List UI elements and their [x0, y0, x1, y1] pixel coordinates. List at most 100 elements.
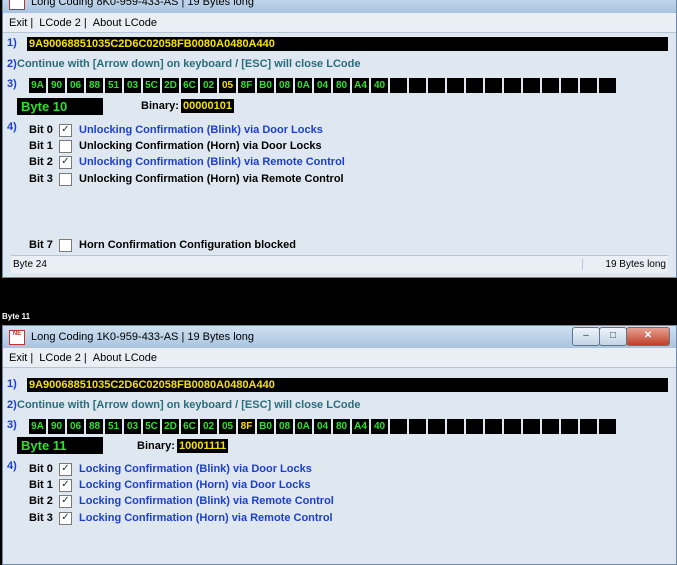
byte-cell[interactable]: 02	[200, 419, 217, 434]
byte-cell[interactable]	[390, 419, 407, 434]
bit-description: Unlocking Confirmation (Horn) via Door L…	[79, 140, 322, 152]
title-bar[interactable]: NE Long Coding 1K0-959-433-AS | 19 Bytes…	[3, 326, 676, 348]
byte-cell[interactable]	[466, 78, 483, 93]
byte-cell[interactable]	[561, 419, 578, 434]
bit-checkbox[interactable]	[59, 172, 72, 186]
byte-cell[interactable]	[428, 78, 445, 93]
byte-cell[interactable]: 03	[124, 419, 141, 434]
byte-cell[interactable]	[523, 78, 540, 93]
byte-cell[interactable]: 90	[48, 419, 65, 434]
byte-cell[interactable]: 51	[105, 78, 122, 93]
byte-cell[interactable]	[523, 419, 540, 434]
menu-lcode2[interactable]: LCode 2 |	[39, 352, 93, 364]
bit-row: Bit 3 ✓ Locking Confirmation (Horn) via Re…	[3, 510, 603, 526]
byte-cell[interactable]	[504, 78, 521, 93]
bit-checkbox[interactable]: ✓	[59, 123, 72, 137]
byte-cell[interactable]: 2D	[162, 78, 179, 93]
bit-row: Bit 2 ✓ Unlocking Confirmation (Blink) via…	[3, 154, 603, 170]
byte-cell[interactable]: A4	[352, 78, 369, 93]
menu-exit[interactable]: Exit |	[9, 352, 39, 364]
byte-cell[interactable]: 06	[67, 78, 84, 93]
byte-cell[interactable]: 80	[333, 419, 350, 434]
byte-cell[interactable]: 6C	[181, 419, 198, 434]
byte-cell[interactable]: 88	[86, 78, 103, 93]
bit-checkbox[interactable]	[59, 238, 72, 252]
byte-cell[interactable]: B0	[257, 78, 274, 93]
byte-cell[interactable]: 9A	[29, 78, 46, 93]
bit-description: Unlocking Confirmation (Blink) via Remot…	[79, 156, 345, 168]
hint-row: 2) Continue with [Arrow down] on keyboar…	[3, 58, 676, 74]
byte-cell[interactable]: A4	[352, 419, 369, 434]
byte-cell[interactable]: 6C	[181, 78, 198, 93]
byte-cell[interactable]: 08	[276, 419, 293, 434]
binary-value: 10001111	[177, 439, 229, 453]
coding-string-field[interactable]: 9A90068851035C2D6C02058FB0080A0480A440	[27, 37, 668, 51]
binary-label: Binary:	[137, 440, 175, 452]
byte-cell[interactable]: 90	[48, 78, 65, 93]
bit-label: Bit 1	[29, 140, 53, 152]
menu-exit[interactable]: Exit |	[9, 17, 39, 29]
byte-cell[interactable]	[485, 419, 502, 434]
bit-checkbox[interactable]: ✓	[59, 494, 72, 508]
maximize-button[interactable]: □	[599, 327, 627, 346]
byte-cell[interactable]	[466, 419, 483, 434]
byte-cell[interactable]: 02	[200, 78, 217, 93]
bit-checkbox[interactable]: ✓	[59, 462, 72, 476]
byte-cell[interactable]	[447, 419, 464, 434]
close-button[interactable]: ✕	[626, 327, 670, 346]
byte-cell[interactable]: 8F	[238, 419, 255, 434]
byte-cell[interactable]	[447, 78, 464, 93]
byte-cell[interactable]	[599, 78, 616, 93]
menu-about[interactable]: About LCode	[93, 352, 163, 364]
byte-cell[interactable]: 0A	[295, 419, 312, 434]
byte-cell[interactable]: 08	[276, 78, 293, 93]
bit-checkbox[interactable]: ✓	[59, 155, 72, 169]
byte-cell[interactable]	[580, 419, 597, 434]
bit-checkbox[interactable]: ✓	[59, 511, 72, 525]
byte-cell[interactable]	[409, 419, 426, 434]
byte-cell[interactable]: 5C	[143, 419, 160, 434]
byte-cell[interactable]	[485, 78, 502, 93]
bit-checkbox[interactable]: ✓	[59, 478, 72, 492]
menu-lcode2[interactable]: LCode 2 |	[39, 17, 93, 29]
byte-cell[interactable]: 51	[105, 419, 122, 434]
byte-cell[interactable]: 05	[219, 419, 236, 434]
byte-cell[interactable]: 05	[219, 78, 236, 93]
coding-string: 9A90068851035C2D6C02058FB0080A0480A440	[29, 379, 275, 391]
byte-cell[interactable]: 9A	[29, 419, 46, 434]
byte-cells: 9A 90 06 88 51 03 5C 2D 6C 02 05 8F B0 08 0A 04 80 A4 40	[29, 78, 618, 93]
byte-cell[interactable]: B0	[257, 419, 274, 434]
bit-checkbox[interactable]	[59, 139, 72, 153]
byte-cell[interactable]	[580, 78, 597, 93]
byte-cell[interactable]: 40	[371, 78, 388, 93]
byte-cell[interactable]: 03	[124, 78, 141, 93]
menu-bar: Exit | LCode 2 | About LCode	[3, 13, 676, 33]
byte-cell[interactable]: 0A	[295, 78, 312, 93]
minimize-button[interactable]: –	[572, 327, 600, 346]
byte-cell[interactable]	[390, 78, 407, 93]
byte-cell[interactable]: 2D	[162, 419, 179, 434]
selected-byte-label: Byte 11	[17, 437, 103, 454]
byte-cell[interactable]	[542, 78, 559, 93]
byte-cell[interactable]: 5C	[143, 78, 160, 93]
title-bar[interactable]: NE Long Coding 8K0-959-433-AS | 19 Bytes…	[3, 0, 676, 13]
bit-row: Bit 2 ✓ Locking Confirmation (Blink) via R…	[3, 493, 603, 509]
byte-cell[interactable]: 80	[333, 78, 350, 93]
byte-cell[interactable]: 04	[314, 419, 331, 434]
byte-cell[interactable]: 04	[314, 78, 331, 93]
menu-about[interactable]: About LCode	[93, 17, 163, 29]
byte-cell[interactable]: 88	[86, 419, 103, 434]
byte-cell[interactable]	[599, 419, 616, 434]
byte-cell[interactable]	[409, 78, 426, 93]
byte-cells: 9A 90 06 88 51 03 5C 2D 6C 02 05 8F B0 08 0A 04 80 A4 40	[29, 419, 618, 434]
byte-cell[interactable]: 06	[67, 419, 84, 434]
byte-cell[interactable]: 8F	[238, 78, 255, 93]
byte-cell[interactable]	[504, 419, 521, 434]
coding-string-field[interactable]: 9A90068851035C2D6C02058FB0080A0480A440	[27, 378, 668, 392]
byte-cell[interactable]	[428, 419, 445, 434]
byte-cell[interactable]: 40	[371, 419, 388, 434]
status-length: 19 Bytes long	[582, 259, 666, 270]
byte-cell[interactable]	[561, 78, 578, 93]
caption-byte-11: Byte 11	[2, 312, 31, 321]
byte-cell[interactable]	[542, 419, 559, 434]
